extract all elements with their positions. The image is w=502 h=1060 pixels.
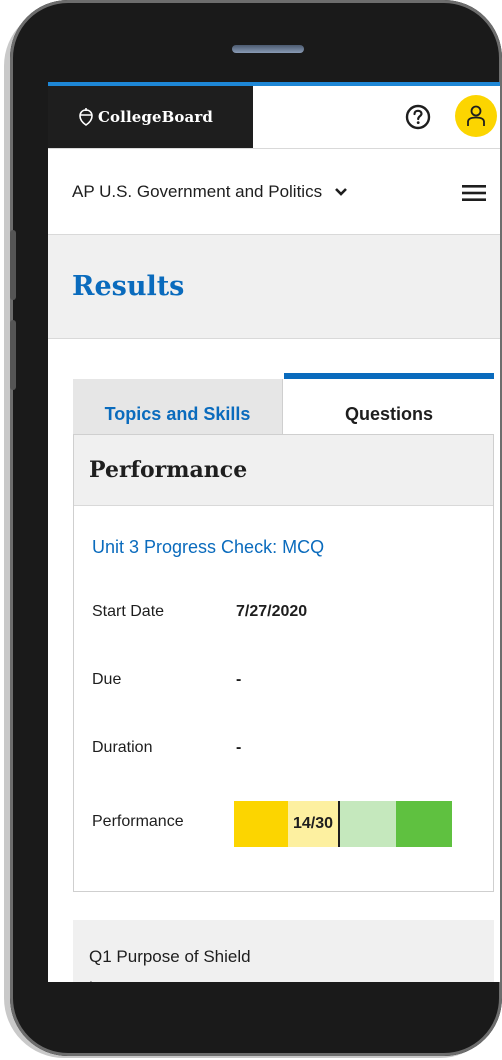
duration-value: - [236, 739, 242, 756]
question-card[interactable]: Q1 Purpose of Shield I [73, 920, 494, 982]
performance-bar-mid-segment [340, 801, 396, 847]
due-value: - [236, 671, 242, 688]
course-name: AP U.S. Government and Politics [72, 181, 323, 201]
performance-label: Performance [92, 813, 184, 830]
start-date-row: Start Date 7/27/2020 [92, 603, 307, 621]
user-avatar-button[interactable] [455, 95, 497, 137]
hamburger-menu-icon[interactable] [462, 185, 486, 201]
phone-speaker [232, 45, 304, 53]
help-icon[interactable] [404, 103, 432, 131]
performance-card: Performance Unit 3 Progress Check: MCQ S… [73, 434, 494, 892]
performance-card-title: Performance [89, 457, 248, 483]
due-row: Due - [92, 671, 241, 689]
logo-text: CollegeBoard [98, 108, 213, 126]
chevron-down-icon [335, 187, 347, 196]
performance-score: 14/30 [288, 801, 338, 847]
performance-card-header: Performance [74, 435, 493, 506]
assignment-link[interactable]: Unit 3 Progress Check: MCQ [92, 537, 324, 558]
performance-bar-high-segment [396, 801, 452, 847]
start-date-label: Start Date [92, 603, 165, 620]
volume-button [10, 320, 16, 390]
user-icon [467, 105, 485, 126]
course-dropdown[interactable]: AP U.S. Government and Politics [72, 182, 348, 202]
results-header: Results [48, 235, 500, 339]
performance-bar: 14/30 [234, 801, 452, 847]
due-label: Due [92, 671, 122, 688]
app-header: CollegeBoard [48, 86, 500, 149]
duration-label: Duration [92, 739, 153, 756]
volume-button [10, 230, 16, 300]
course-selector-bar: AP U.S. Government and Politics [48, 149, 500, 235]
phone-frame: CollegeBoard AP U.S. Government and Poli… [10, 0, 502, 1056]
performance-row: Performance [92, 813, 236, 831]
question-subtitle: I [89, 978, 93, 982]
page-title: Results [72, 271, 185, 302]
app-screen: CollegeBoard AP U.S. Government and Poli… [48, 82, 500, 982]
collegeboard-logo[interactable]: CollegeBoard [48, 86, 253, 148]
duration-row: Duration - [92, 739, 241, 757]
start-date-value: 7/27/2020 [236, 603, 308, 620]
acorn-logo-icon [79, 108, 93, 126]
performance-bar-low-segment [234, 801, 288, 847]
question-title: Q1 Purpose of Shield [89, 947, 251, 966]
